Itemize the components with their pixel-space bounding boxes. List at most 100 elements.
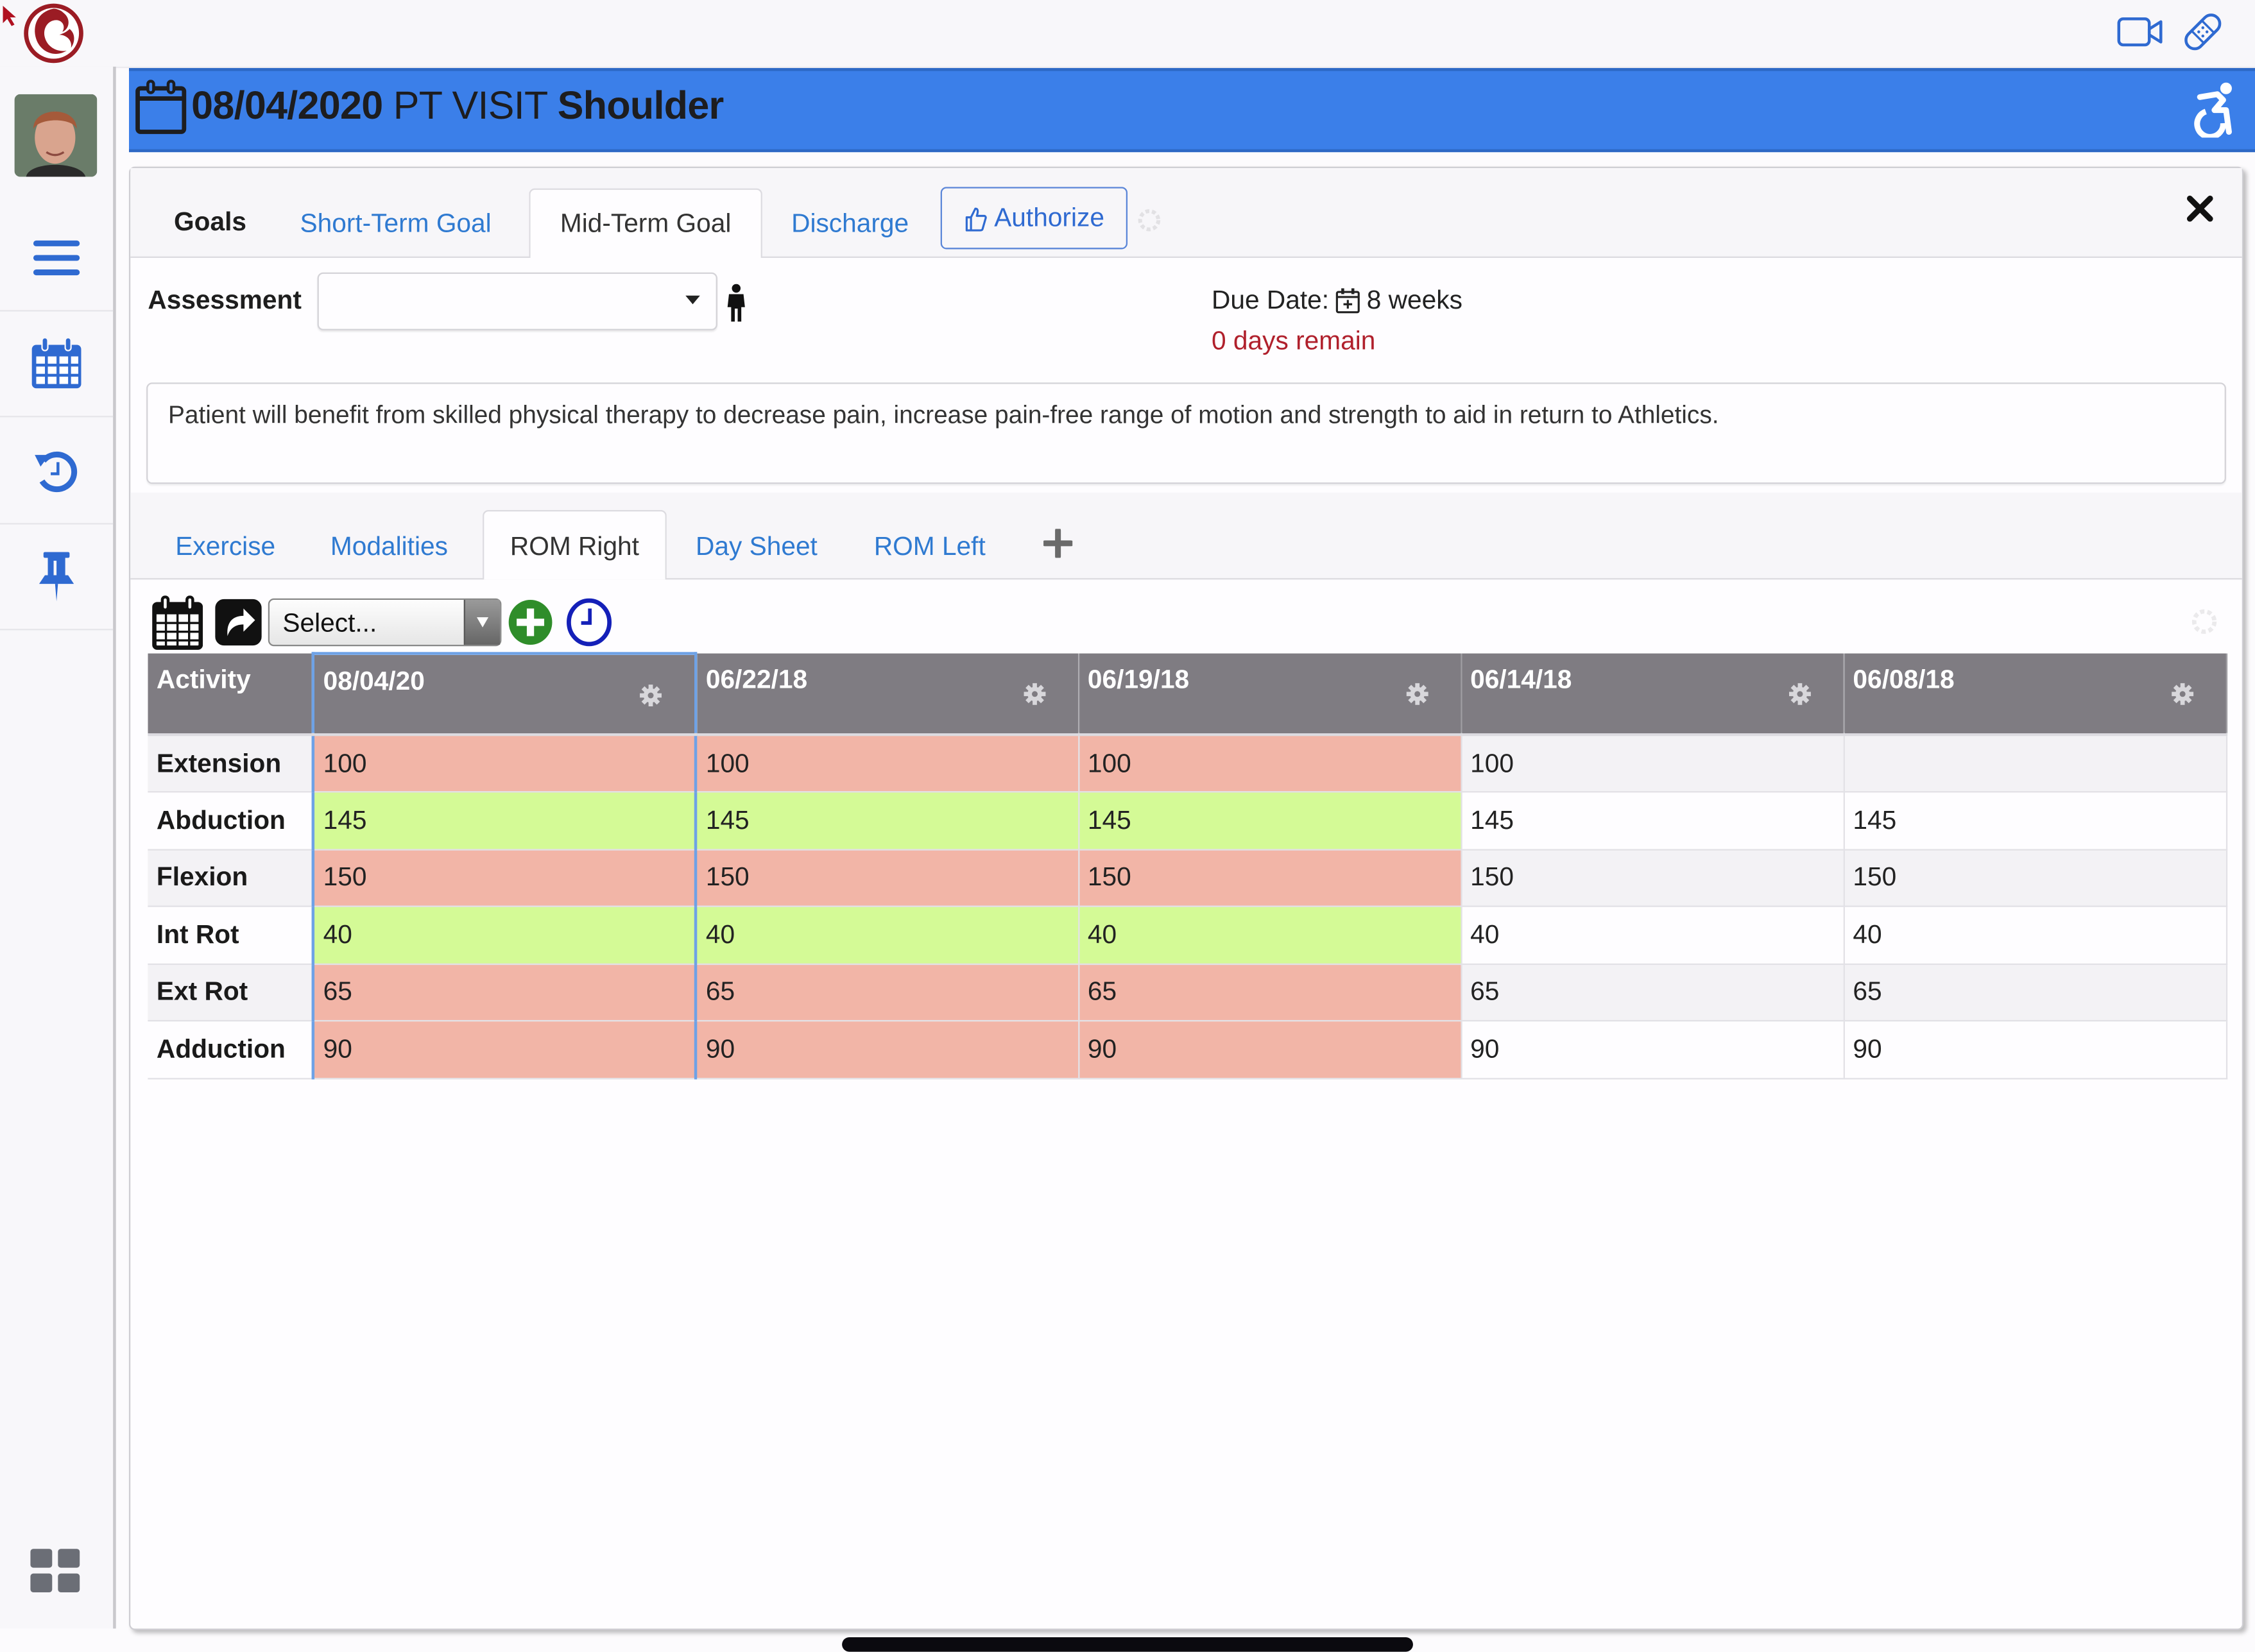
rom-value-cell[interactable]: 145 (696, 792, 1079, 850)
tab-rom-right[interactable]: ROM Right (483, 509, 667, 580)
column-header-date[interactable]: 06/14/18 (1461, 653, 1844, 737)
grid-icon[interactable] (29, 1547, 81, 1594)
rom-value-cell[interactable]: 40 (1843, 906, 2227, 964)
rom-value-cell[interactable]: 65 (1078, 963, 1462, 1022)
column-date-label: 06/19/18 (1087, 665, 1190, 694)
gear-icon[interactable] (1136, 207, 1163, 234)
app-logo-icon[interactable] (23, 3, 84, 64)
rom-value-cell[interactable] (1843, 735, 2227, 793)
clock-icon[interactable] (565, 597, 613, 647)
column-header-date[interactable]: 08/04/20 (311, 652, 698, 737)
rom-value-cell[interactable]: 145 (1078, 792, 1462, 850)
column-header-date[interactable]: 06/08/18 (1843, 653, 2227, 737)
gear-icon[interactable] (639, 684, 662, 707)
rom-value-cell[interactable]: 65 (1843, 963, 2227, 1022)
page-title: 08/04/2020 PT VISIT Shoulder (191, 84, 724, 129)
rom-value-cell[interactable]: 40 (1078, 906, 1462, 964)
activity-select-placeholder: Select... (282, 608, 377, 638)
column-header-date[interactable]: 06/22/18 (696, 653, 1079, 737)
app-screen: 08/04/2020 PT VISIT Shoulder Goals Short… (0, 0, 2255, 1652)
sidebar-item-pin[interactable] (0, 525, 114, 631)
activity-cell: Flexion (148, 849, 314, 907)
sidebar-item-history[interactable] (0, 419, 114, 525)
share-icon[interactable] (214, 599, 262, 647)
home-indicator[interactable] (842, 1637, 1413, 1652)
table-row: Extension 100 100 100 100 (148, 735, 2227, 793)
rom-value-cell[interactable]: 65 (1461, 963, 1844, 1022)
accessibility-icon[interactable] (2186, 80, 2241, 138)
add-tab-icon[interactable] (1043, 529, 1073, 558)
body-part: Shoulder (557, 83, 725, 128)
authorize-button[interactable]: Authorize (940, 187, 1128, 250)
rom-value-cell[interactable]: 100 (1078, 735, 1462, 793)
tab-discharge[interactable]: Discharge (791, 209, 909, 239)
top-bar (0, 0, 2255, 69)
tab-rom-left[interactable]: ROM Left (874, 532, 986, 562)
column-date-label: 08/04/20 (323, 666, 425, 696)
rom-value-cell[interactable]: 100 (1461, 735, 1844, 793)
gear-icon[interactable] (1022, 683, 1045, 706)
calendar-icon (31, 337, 81, 389)
sidebar-item-menu[interactable] (0, 206, 114, 312)
rom-value-cell[interactable]: 145 (311, 792, 698, 850)
sidebar-item-calendar[interactable] (0, 312, 114, 418)
person-icon[interactable] (725, 284, 748, 322)
rom-value-cell[interactable]: 65 (696, 963, 1079, 1022)
rom-value-cell[interactable]: 90 (1843, 1021, 2227, 1079)
close-icon[interactable] (2184, 192, 2216, 225)
bandage-icon[interactable] (2180, 9, 2226, 55)
column-date-label: 06/08/18 (1853, 665, 1955, 694)
rom-value-cell[interactable]: 145 (1843, 792, 2227, 850)
video-camera-icon[interactable] (2116, 12, 2165, 52)
rom-value-cell[interactable]: 150 (1078, 849, 1462, 907)
select-dropdown-button[interactable] (463, 599, 501, 645)
gear-icon[interactable] (2170, 683, 2193, 706)
gear-icon[interactable] (1405, 683, 1428, 706)
days-remain-status: 0 days remain (1212, 326, 1376, 355)
rom-value-cell[interactable]: 40 (1461, 906, 1844, 964)
table-row: Int Rot 40 40 40 40 40 (148, 906, 2227, 964)
column-header-date[interactable]: 06/19/18 (1078, 653, 1462, 737)
rom-value-cell[interactable]: 40 (311, 906, 698, 964)
rom-value-cell[interactable]: 145 (1461, 792, 1844, 850)
rom-value-cell[interactable]: 150 (1843, 849, 2227, 907)
mouse-cursor-icon (3, 6, 16, 26)
activity-cell: Int Rot (148, 906, 314, 964)
tab-short-term-goal[interactable]: Short-Term Goal (300, 209, 491, 239)
rom-value-cell[interactable]: 90 (696, 1021, 1079, 1079)
rom-value-cell[interactable]: 150 (1461, 849, 1844, 907)
tab-day-sheet[interactable]: Day Sheet (696, 532, 818, 562)
table-row: Ext Rot 65 65 65 65 65 (148, 963, 2227, 1022)
goals-label: Goals (174, 207, 246, 237)
column-date-label: 06/14/18 (1470, 665, 1572, 694)
avatar[interactable] (14, 94, 98, 177)
table-row: Flexion 150 150 150 150 150 (148, 849, 2227, 907)
goal-text: Patient will benefit from skilled physic… (167, 400, 1719, 429)
tab-exercise[interactable]: Exercise (175, 532, 275, 562)
rom-value-cell[interactable]: 90 (311, 1021, 698, 1079)
rom-value-cell[interactable]: 150 (696, 849, 1079, 907)
sidebar (0, 66, 116, 1629)
assessment-label: Assessment (148, 285, 302, 315)
rom-value-cell[interactable]: 90 (1461, 1021, 1844, 1079)
calendar-grid-icon[interactable] (152, 595, 203, 651)
gear-icon[interactable] (2190, 607, 2218, 636)
assessment-select[interactable] (317, 272, 717, 330)
tab-mid-term-goal[interactable]: Mid-Term Goal (529, 188, 762, 258)
rom-value-cell[interactable]: 90 (1078, 1021, 1462, 1079)
goal-text-area[interactable] (146, 382, 2226, 484)
table-row: Adduction 90 90 90 90 90 (148, 1021, 2227, 1079)
gear-icon[interactable] (1788, 683, 1811, 706)
rom-value-cell[interactable]: 40 (696, 906, 1079, 964)
rom-value-cell[interactable]: 65 (311, 963, 698, 1022)
rom-value-cell[interactable]: 150 (311, 849, 698, 907)
rom-value-cell[interactable]: 100 (311, 735, 698, 793)
activity-cell: Ext Rot (148, 963, 314, 1022)
calendar-plus-icon (1335, 288, 1360, 314)
due-date: Due Date: 8 weeks (1212, 285, 1462, 316)
column-date-label: 06/22/18 (705, 665, 808, 694)
visit-type: PT VISIT (382, 83, 558, 128)
tab-modalities[interactable]: Modalities (330, 532, 448, 562)
rom-value-cell[interactable]: 100 (696, 735, 1079, 793)
add-circle-icon[interactable] (507, 599, 553, 647)
